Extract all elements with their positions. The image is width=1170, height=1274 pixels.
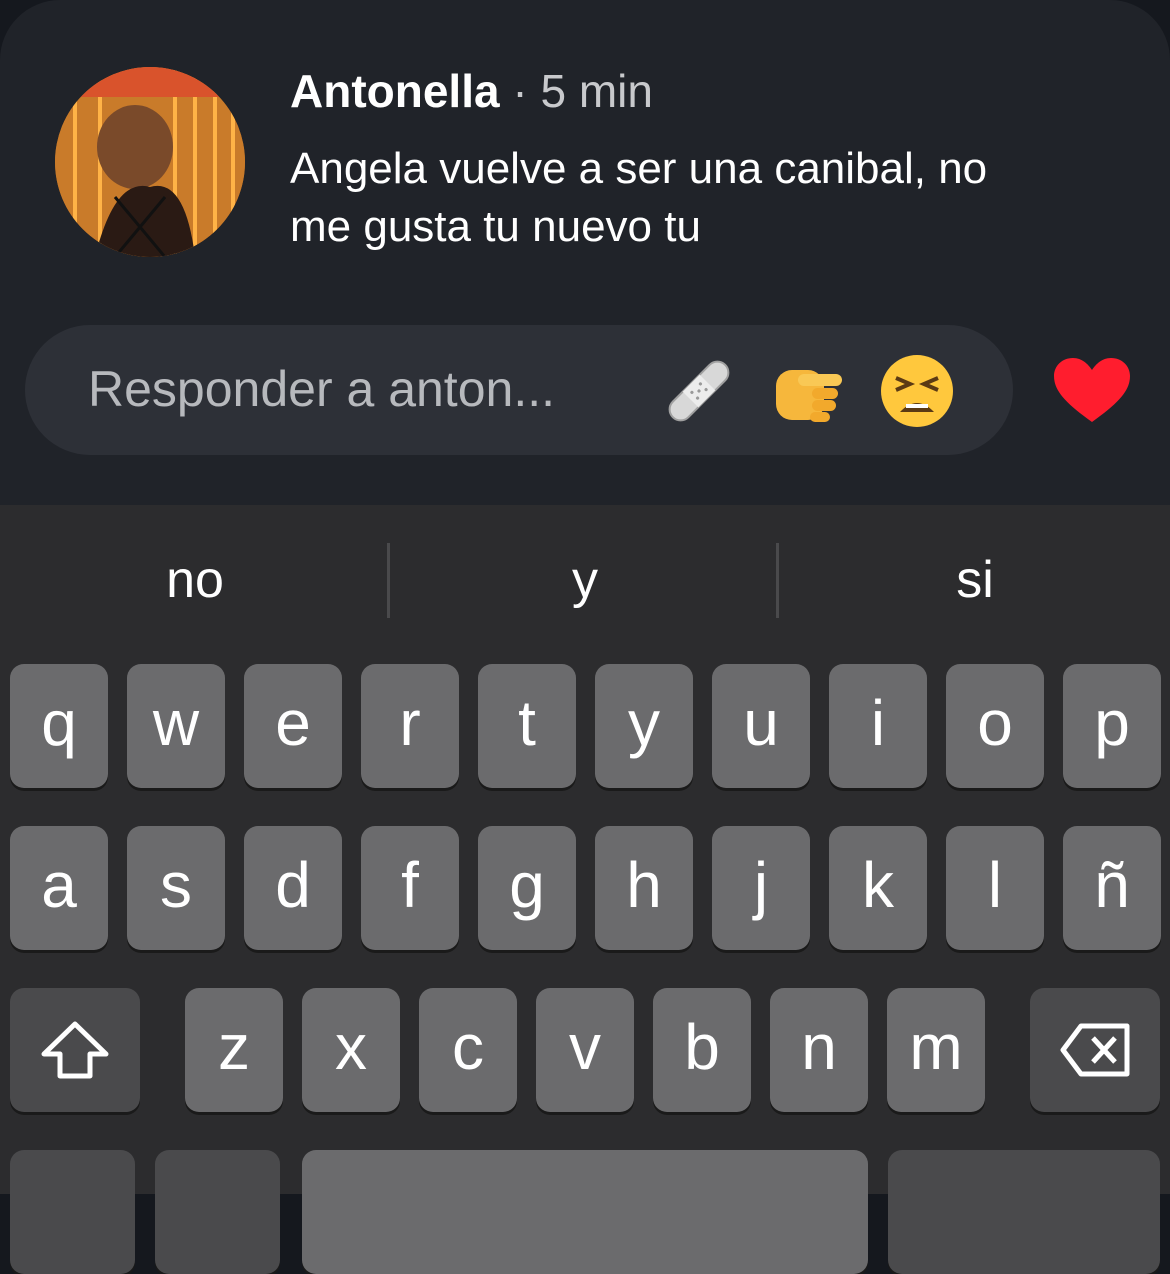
avatar[interactable]: [55, 67, 245, 257]
suggestion-2[interactable]: y: [400, 550, 770, 610]
key-r[interactable]: r: [361, 664, 459, 788]
comment-text: Angela vuelve a ser una canibal, no me g…: [290, 140, 1110, 256]
shift-icon: [41, 1021, 109, 1079]
key-o[interactable]: o: [946, 664, 1044, 788]
key-b[interactable]: b: [653, 988, 751, 1112]
key-q[interactable]: q: [10, 664, 108, 788]
pointing-fist-icon[interactable]: [770, 352, 848, 430]
key-g[interactable]: g: [478, 826, 576, 950]
key-d[interactable]: d: [244, 826, 342, 950]
comment-line-1: Angela vuelve a ser una canibal, no: [290, 144, 988, 193]
key-p[interactable]: p: [1063, 664, 1161, 788]
key-j[interactable]: j: [712, 826, 810, 950]
suggestion-3[interactable]: si: [790, 550, 1160, 610]
key-e[interactable]: e: [244, 664, 342, 788]
key-f[interactable]: f: [361, 826, 459, 950]
key-x[interactable]: x: [302, 988, 400, 1112]
key-y[interactable]: y: [595, 664, 693, 788]
key-a[interactable]: a: [10, 826, 108, 950]
shift-key[interactable]: [10, 988, 140, 1112]
author-name[interactable]: Antonella: [290, 65, 500, 117]
key-m[interactable]: m: [887, 988, 985, 1112]
key-i[interactable]: i: [829, 664, 927, 788]
separator: ·: [512, 65, 528, 117]
comment-header: Antonella · 5 min: [290, 64, 653, 118]
comment-line-2: me gusta tu nuevo tu: [290, 202, 701, 251]
key-n-tilde[interactable]: ñ: [1063, 826, 1161, 950]
numbers-key[interactable]: [10, 1150, 135, 1274]
key-c[interactable]: c: [419, 988, 517, 1112]
emoji-key[interactable]: [155, 1150, 280, 1274]
tired-face-icon[interactable]: [878, 352, 956, 430]
heart-icon[interactable]: [1054, 358, 1130, 424]
suggestion-divider: [387, 543, 390, 618]
key-w[interactable]: w: [127, 664, 225, 788]
space-key[interactable]: [302, 1150, 868, 1274]
key-l[interactable]: l: [946, 826, 1044, 950]
reply-placeholder: Responder a anton...: [88, 361, 555, 417]
key-n[interactable]: n: [770, 988, 868, 1112]
key-t[interactable]: t: [478, 664, 576, 788]
bandage-icon[interactable]: [660, 352, 738, 430]
timestamp: 5 min: [540, 65, 653, 117]
delete-key[interactable]: [1030, 988, 1160, 1112]
key-s[interactable]: s: [127, 826, 225, 950]
suggestion-1[interactable]: no: [10, 550, 380, 610]
return-key[interactable]: [888, 1150, 1160, 1274]
key-h[interactable]: h: [595, 826, 693, 950]
key-z[interactable]: z: [185, 988, 283, 1112]
key-u[interactable]: u: [712, 664, 810, 788]
backspace-icon: [1060, 1023, 1130, 1077]
suggestion-divider: [776, 543, 779, 618]
key-k[interactable]: k: [829, 826, 927, 950]
key-v[interactable]: v: [536, 988, 634, 1112]
